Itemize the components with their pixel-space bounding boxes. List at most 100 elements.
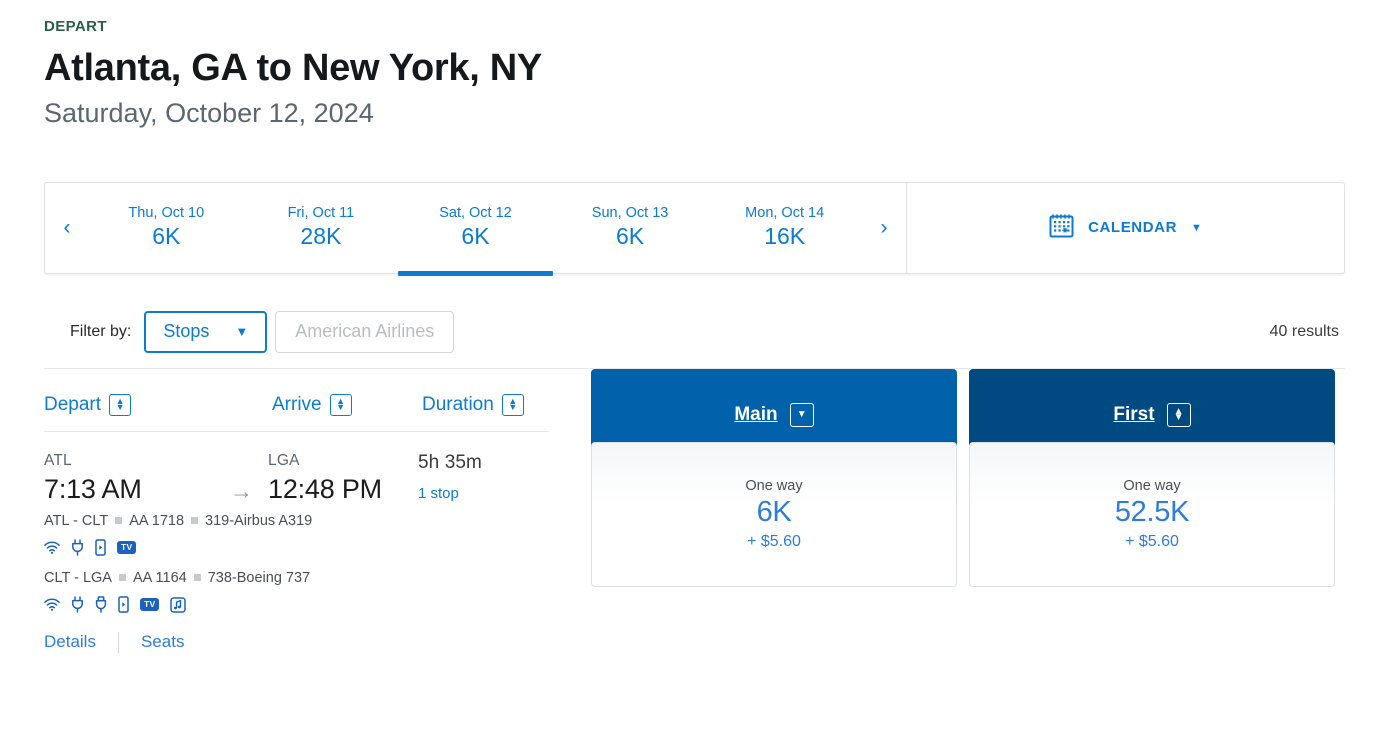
price-card-label: One way — [745, 477, 803, 494]
date-tab-price: 6K — [152, 223, 181, 250]
seats-link[interactable]: Seats — [141, 632, 184, 652]
depart-cell: ATL 7:13 AM — [44, 452, 230, 505]
flight-results-table: Depart ▲ ▼ Arrive ▲ ▼ Duration ▲ ▼ Main ▼ F… — [44, 368, 1345, 653]
device-icon — [118, 596, 129, 613]
fare-header-first-label: First — [1113, 403, 1155, 425]
fare-header-main-label: Main — [734, 403, 778, 425]
segment-details-text: CLT - LGA AA 1164 738-Boeing 737 — [44, 570, 591, 586]
depart-eyebrow-label: DEPART — [44, 18, 107, 35]
price-card-miles: 52.5K — [1114, 495, 1190, 528]
arrow-right-icon: → — [230, 477, 253, 504]
date-tab-price: 6K — [616, 223, 645, 250]
chevron-down-icon: ▼ — [235, 324, 249, 340]
sort-duration[interactable]: Duration ▲ ▼ — [422, 393, 592, 416]
wifi-icon — [44, 541, 60, 555]
stops-link[interactable]: 1 stop — [418, 485, 588, 502]
filter-bar: Filter by: Stops ▼ American Airlines 40 … — [44, 302, 1345, 362]
date-tab-price: 16K — [764, 223, 806, 250]
arrive-cell: LGA 12:48 PM — [268, 452, 418, 505]
flight-duration: 5h 35m — [418, 451, 482, 473]
tv-icon: TV — [140, 598, 160, 611]
arrive-time: 12:48 PM — [268, 473, 382, 504]
stops-filter-label: Stops — [163, 321, 210, 342]
flight-segment-2: CLT - LGA AA 1164 738-Boeing 737 TV — [44, 570, 591, 615]
link-divider — [117, 631, 119, 653]
page-title: Atlanta, GA to New York, NY — [44, 47, 542, 89]
chevron-down-icon: ▼ — [1191, 221, 1202, 234]
segment-route: ATL - CLT — [44, 512, 109, 529]
sort-arrows-icon[interactable]: ▲ ▼ — [1166, 402, 1191, 427]
price-card-fee: + $5.60 — [1125, 532, 1179, 550]
music-icon — [170, 596, 187, 613]
sort-arrows-icon[interactable]: ▲ ▼ — [329, 393, 352, 416]
flight-times: ATL 7:13 AM → LGA 12:48 PM 5h 35m 1 stop — [44, 452, 591, 505]
date-tabs: Thu, Oct 10 6K Fri, Oct 11 28K Sat, Oct … — [89, 183, 862, 276]
next-dates-chevron-icon[interactable]: › — [862, 183, 906, 273]
date-tabs-container: ‹ Thu, Oct 10 6K Fri, Oct 11 28K Sat, Oc… — [45, 182, 907, 276]
sort-depart[interactable]: Depart ▲ ▼ — [44, 393, 272, 416]
arrive-airport-code: LGA — [268, 451, 300, 469]
date-tab-thu-oct-10[interactable]: Thu, Oct 10 6K — [89, 183, 244, 273]
depart-time: 7:13 AM — [44, 473, 142, 504]
date-tab-fri-oct-11[interactable]: Fri, Oct 11 28K — [244, 183, 399, 273]
sort-arrive-label: Arrive — [272, 393, 322, 415]
sort-arrive[interactable]: Arrive ▲ ▼ — [272, 393, 422, 416]
date-tab-label: Sun, Oct 13 — [591, 205, 669, 222]
segment-1-amenities: TV — [44, 538, 591, 558]
wifi-icon — [44, 598, 60, 612]
date-tab-mon-oct-14[interactable]: Mon, Oct 14 16K — [707, 183, 862, 273]
usb-icon — [95, 596, 107, 613]
separator-square — [193, 574, 201, 582]
sort-arrows-icon[interactable]: ▲ ▼ — [501, 393, 524, 416]
airline-filter-label: American Airlines — [295, 321, 435, 342]
date-tab-price: 28K — [300, 223, 342, 250]
flight-row-footer-links: Details Seats — [44, 631, 1345, 653]
date-tab-label: Thu, Oct 10 — [128, 205, 205, 222]
calendar-button-label: CALENDAR — [1088, 219, 1178, 237]
flight-result-row: ATL 7:13 AM → LGA 12:48 PM 5h 35m 1 stop — [44, 432, 1345, 615]
sort-depart-label: Depart — [44, 393, 102, 415]
calendar-icon — [1049, 212, 1074, 243]
separator-square — [191, 517, 199, 525]
price-card-main[interactable]: One way 6K + $5.60 — [591, 441, 957, 587]
price-card-miles: 6K — [756, 495, 792, 528]
date-tab-sun-oct-13[interactable]: Sun, Oct 13 6K — [553, 183, 708, 273]
price-card-fee: + $5.60 — [747, 532, 801, 550]
date-selector-bar: ‹ Thu, Oct 10 6K Fri, Oct 11 28K Sat, Oc… — [44, 181, 1345, 276]
segment-2-amenities: TV — [44, 595, 591, 615]
duration-cell: 5h 35m 1 stop — [418, 452, 588, 502]
segment-aircraft: 738-Boeing 737 — [207, 569, 311, 586]
calendar-button[interactable]: CALENDAR ▼ — [907, 183, 1344, 273]
depart-airport-code: ATL — [44, 451, 72, 469]
previous-dates-chevron-icon[interactable]: ‹ — [45, 183, 89, 273]
flight-itinerary-info: ATL 7:13 AM → LGA 12:48 PM 5h 35m 1 stop — [44, 452, 591, 615]
sort-arrows-icon[interactable]: ▲ ▼ — [109, 393, 132, 416]
date-tab-label: Mon, Oct 14 — [745, 205, 825, 222]
date-tab-label: Fri, Oct 11 — [287, 205, 355, 222]
details-link[interactable]: Details — [44, 632, 96, 652]
flight-segment-1: ATL - CLT AA 1718 319-Airbus A319 TV — [44, 513, 591, 558]
results-count: 40 results — [1269, 322, 1339, 340]
airline-filter-button[interactable]: American Airlines — [275, 310, 455, 353]
price-card-label: One way — [1123, 477, 1181, 494]
fare-price-cards: One way 6K + $5.60 One way 52.5K + $5.60 — [591, 441, 1335, 587]
device-icon — [95, 539, 106, 556]
price-card-first[interactable]: One way 52.5K + $5.60 — [969, 441, 1335, 587]
date-tab-sat-oct-12[interactable]: Sat, Oct 12 6K — [398, 183, 553, 276]
sort-down-arrow-icon[interactable]: ▼ — [789, 402, 814, 427]
filter-by-label: Filter by: — [70, 322, 132, 340]
segment-flight-number: AA 1164 — [132, 569, 187, 586]
date-tab-price: 6K — [461, 223, 490, 250]
sort-duration-label: Duration — [422, 393, 494, 415]
tv-icon: TV — [117, 541, 137, 554]
separator-square — [115, 517, 123, 525]
power-outlet-icon — [71, 596, 84, 613]
date-tab-label: Sat, Oct 12 — [439, 205, 512, 222]
segment-aircraft: 319-Airbus A319 — [205, 512, 313, 529]
stops-filter-dropdown[interactable]: Stops ▼ — [144, 310, 268, 353]
power-outlet-icon — [71, 539, 84, 556]
page-subtitle-date: Saturday, October 12, 2024 — [44, 98, 374, 129]
segment-details-text: ATL - CLT AA 1718 319-Airbus A319 — [44, 513, 591, 529]
flight-search-results-page: DEPART Atlanta, GA to New York, NY Satur… — [0, 0, 1389, 745]
segment-route: CLT - LGA — [44, 569, 112, 586]
